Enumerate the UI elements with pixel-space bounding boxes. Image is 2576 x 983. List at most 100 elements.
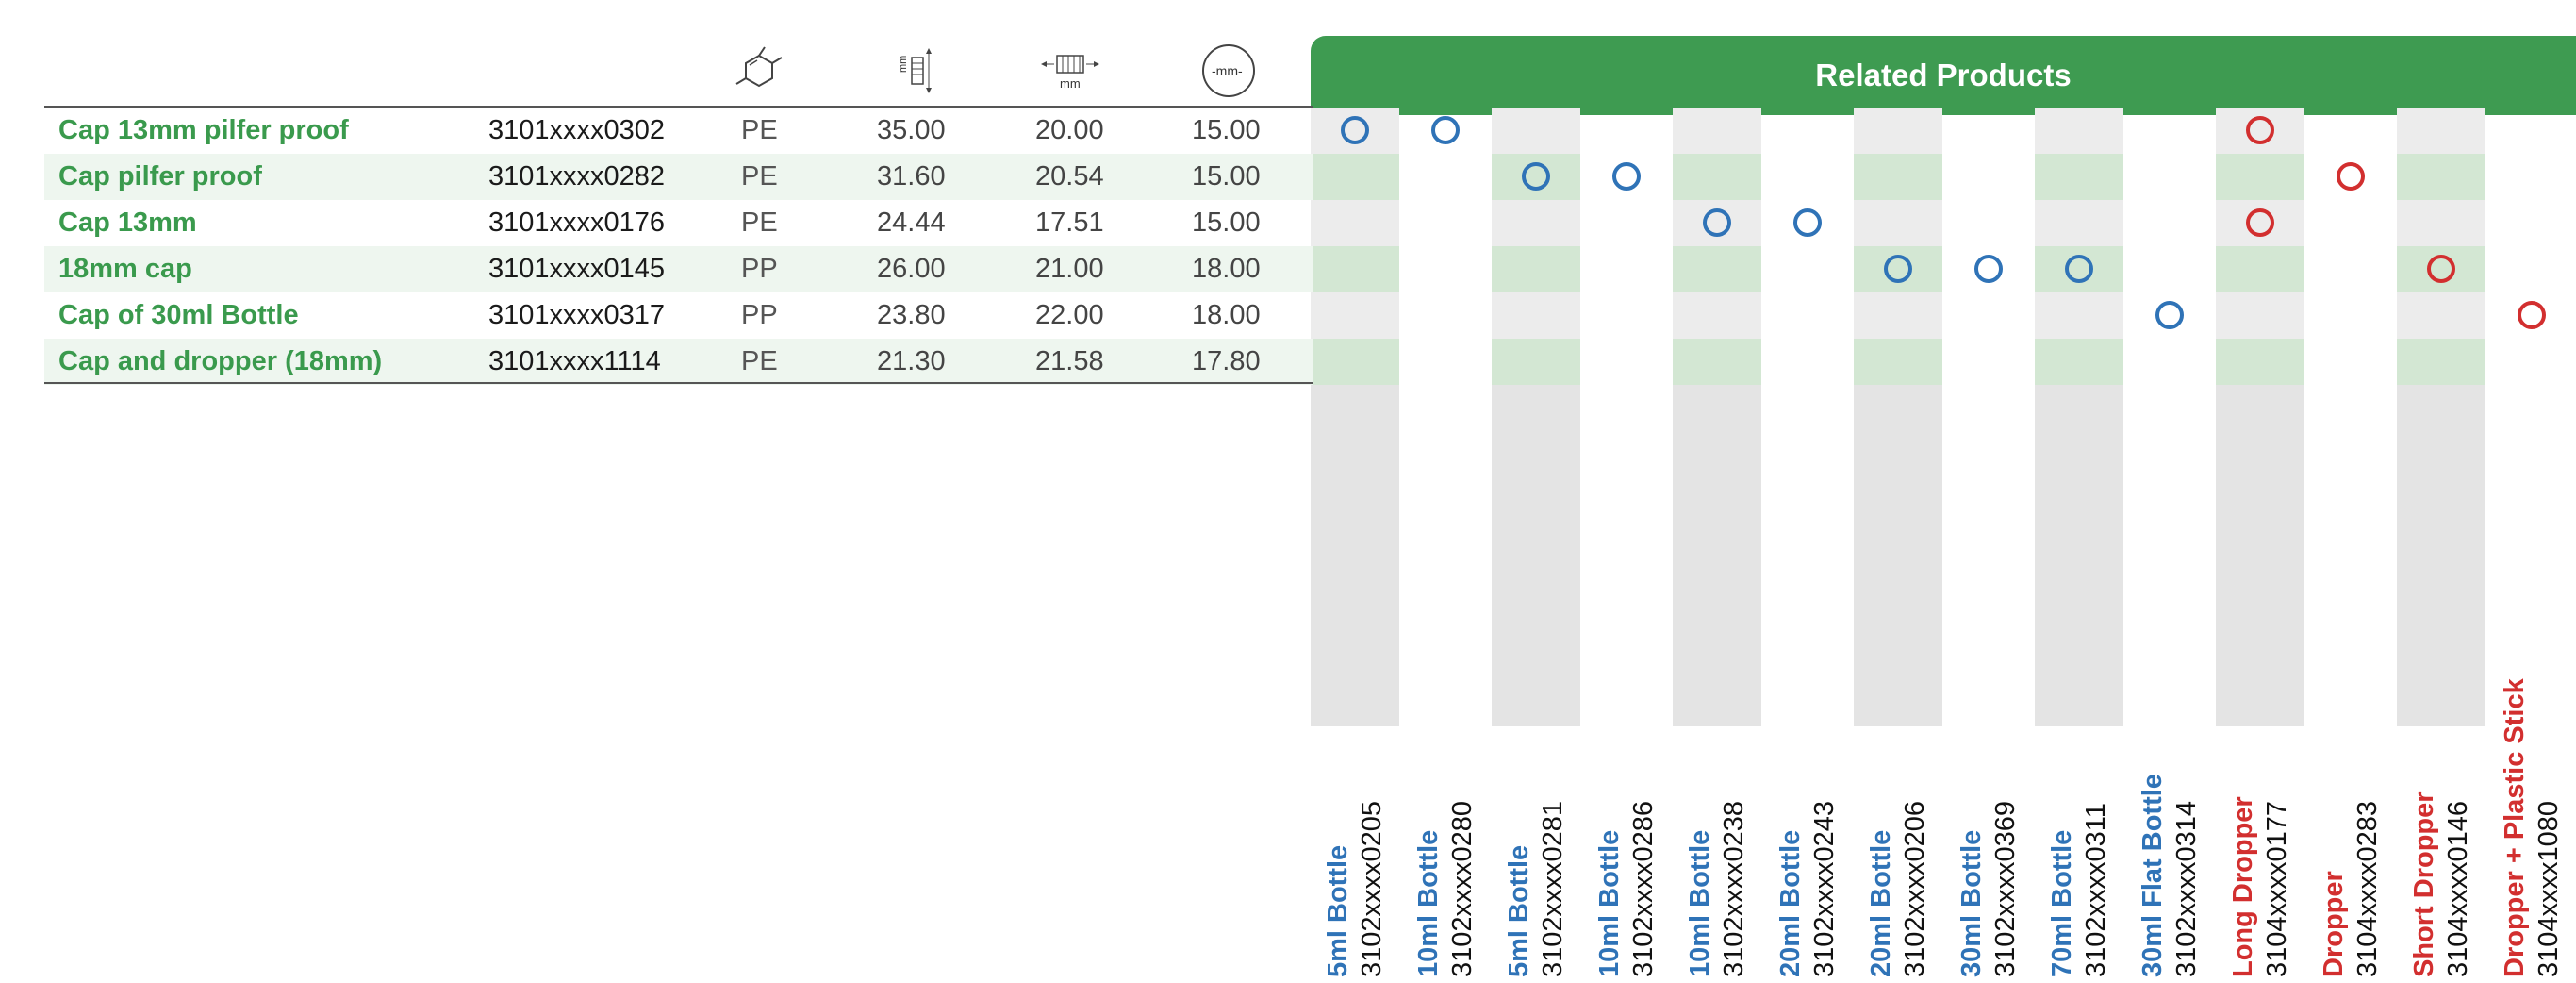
product-label-rotated: 10ml Bottle 3102xxxx0280 — [1403, 619, 1488, 983]
table-row: 18mm cap 3101xxxx0145 PP 26.00 21.00 18.00 — [0, 246, 1311, 292]
cap-height-text: 26.00 — [877, 254, 946, 284]
compatibility-marker — [2427, 255, 2455, 283]
cap-height-text: 23.80 — [877, 300, 946, 330]
grid-cell — [1673, 108, 1761, 154]
cap-width: 21.00 — [1035, 246, 1104, 292]
cap-diameter-text: 18.00 — [1192, 254, 1261, 284]
product-code: 3102xxxx0286 — [1628, 800, 1659, 977]
grid-cell — [2397, 154, 2485, 200]
cap-code: 3101xxxx1114 — [488, 339, 661, 385]
cap-diameter-text: 18.00 — [1192, 300, 1261, 330]
compatibility-marker — [1884, 255, 1912, 283]
cap-diameter: 18.00 — [1192, 246, 1261, 292]
product-code: 3104xxxx0146 — [2443, 800, 2473, 977]
product-label-rotated: 70ml Bottle 3102xxxx0311 — [2037, 619, 2122, 983]
cap-width: 20.54 — [1035, 154, 1104, 200]
cap-height-text: 24.44 — [877, 208, 946, 238]
cap-name: Cap pilfer proof — [58, 154, 262, 200]
related-products-banner: Related Products — [1311, 36, 2576, 115]
cap-code-text: 3101xxxx0145 — [488, 254, 666, 284]
cap-width-text: 22.00 — [1035, 300, 1104, 330]
product-label-rotated: 30ml Flat Bottle 3102xxxx0314 — [2127, 619, 2212, 983]
product-name: Dropper — [2319, 871, 2349, 977]
table-row: Cap and dropper (18mm) 3101xxxx1114 PE 21.3… — [0, 339, 1311, 385]
cap-height: 23.80 — [877, 292, 946, 339]
grid-cell — [2216, 246, 2304, 292]
product-code: 3104xxxx1080 — [2534, 800, 2564, 977]
product-label-rotated: 20ml Bottle 3102xxxx0243 — [1765, 619, 1850, 983]
grid-cell — [1854, 292, 1942, 339]
compatibility-marker — [2518, 301, 2546, 329]
product-code: 3102xxxx0280 — [1447, 800, 1478, 977]
cap-height: 35.00 — [877, 108, 946, 154]
cap-name-text: Cap of 30ml Bottle — [58, 300, 299, 330]
cap-material-text: PE — [741, 161, 778, 192]
grid-cell — [1673, 292, 1761, 339]
cap-name-text: Cap 13mm pilfer proof — [58, 115, 349, 145]
cap-name-text: 18mm cap — [58, 254, 192, 284]
cap-diameter: 17.80 — [1192, 339, 1261, 385]
cap-width: 17.51 — [1035, 200, 1104, 246]
compatibility-marker — [1522, 162, 1550, 191]
product-code: 3102xxxx0311 — [2081, 803, 2111, 977]
compatibility-marker — [1974, 255, 2003, 283]
product-label: Dropper 3104xxxx0283 — [2308, 351, 2393, 977]
cap-material: PP — [741, 246, 778, 292]
grid-cell — [1673, 154, 1761, 200]
grid-cell — [2397, 200, 2485, 246]
product-label: 20ml Bottle 3102xxxx0206 — [1856, 351, 1940, 977]
product-name: Dropper + Plastic Stick — [2500, 678, 2530, 977]
product-label: 30ml Flat Bottle 3102xxxx0314 — [2127, 351, 2212, 977]
grid-cell — [2397, 108, 2485, 154]
cap-name: Cap 13mm — [58, 200, 197, 246]
product-label: 10ml Bottle 3102xxxx0238 — [1675, 351, 1759, 977]
compatibility-marker — [1703, 208, 1731, 237]
product-code: 3104xxxx0283 — [2353, 800, 2383, 977]
cap-height: 24.44 — [877, 200, 946, 246]
product-name: 20ml Bottle — [1866, 829, 1896, 977]
product-label: 30ml Bottle 3102xxxx0369 — [1946, 351, 2031, 977]
cap-width: 20.00 — [1035, 108, 1104, 154]
product-label-rotated: Long Dropper 3104xxxx0177 — [2218, 619, 2303, 983]
compatibility-marker — [1793, 208, 1822, 237]
cap-diameter-text: 15.00 — [1192, 208, 1261, 238]
cap-name: Cap 13mm pilfer proof — [58, 108, 349, 154]
cap-name-text: Cap pilfer proof — [58, 161, 262, 192]
product-label-rotated: Dropper 3104xxxx0283 — [2308, 619, 2393, 983]
product-code: 3102xxxx0205 — [1357, 800, 1387, 977]
cap-height-text: 31.60 — [877, 161, 946, 192]
grid-cell — [1854, 200, 1942, 246]
compatibility-marker — [2155, 301, 2184, 329]
cap-code: 3101xxxx0302 — [488, 108, 665, 154]
cap-name-text: Cap 13mm — [58, 208, 197, 238]
compatibility-marker — [1612, 162, 1641, 191]
cap-code-text: 3101xxxx0302 — [488, 115, 666, 145]
product-label-rotated: Short Dropper 3104xxxx0146 — [2399, 619, 2484, 983]
grid-cell — [1492, 246, 1580, 292]
product-label: 20ml Bottle 3102xxxx0243 — [1765, 351, 1850, 977]
product-label: 5ml Bottle 3102xxxx0281 — [1494, 351, 1578, 977]
compatibility-marker — [1431, 116, 1460, 144]
cap-material-text: PE — [741, 208, 778, 238]
product-code: 3102xxxx0243 — [1809, 800, 1840, 977]
height-mm-icon: mm — [886, 38, 943, 104]
width-mm-icon: mm — [1037, 38, 1103, 104]
cap-material: PE — [741, 154, 778, 200]
diameter-mm-icon: -mm- — [1196, 38, 1262, 104]
cap-material-text: PP — [741, 300, 778, 330]
cap-material: PE — [741, 200, 778, 246]
grid-cell — [1311, 246, 1399, 292]
product-label-rotated: 5ml Bottle 3102xxxx0205 — [1313, 619, 1397, 983]
cap-height: 21.30 — [877, 339, 946, 385]
cap-height-text: 21.30 — [877, 346, 946, 376]
product-code: 3102xxxx0238 — [1719, 800, 1749, 977]
grid-cell — [2216, 292, 2304, 339]
grid-cell — [1492, 108, 1580, 154]
product-label: 70ml Bottle 3102xxxx0311 — [2037, 351, 2122, 977]
product-label-rotated: 10ml Bottle 3102xxxx0286 — [1584, 619, 1669, 983]
product-label: 10ml Bottle 3102xxxx0280 — [1403, 351, 1488, 977]
cap-code: 3101xxxx0317 — [488, 292, 665, 339]
cap-diameter: 15.00 — [1192, 154, 1261, 200]
product-name: Short Dropper — [2409, 791, 2439, 977]
cap-code-text: 3101xxxx1114 — [488, 346, 661, 376]
